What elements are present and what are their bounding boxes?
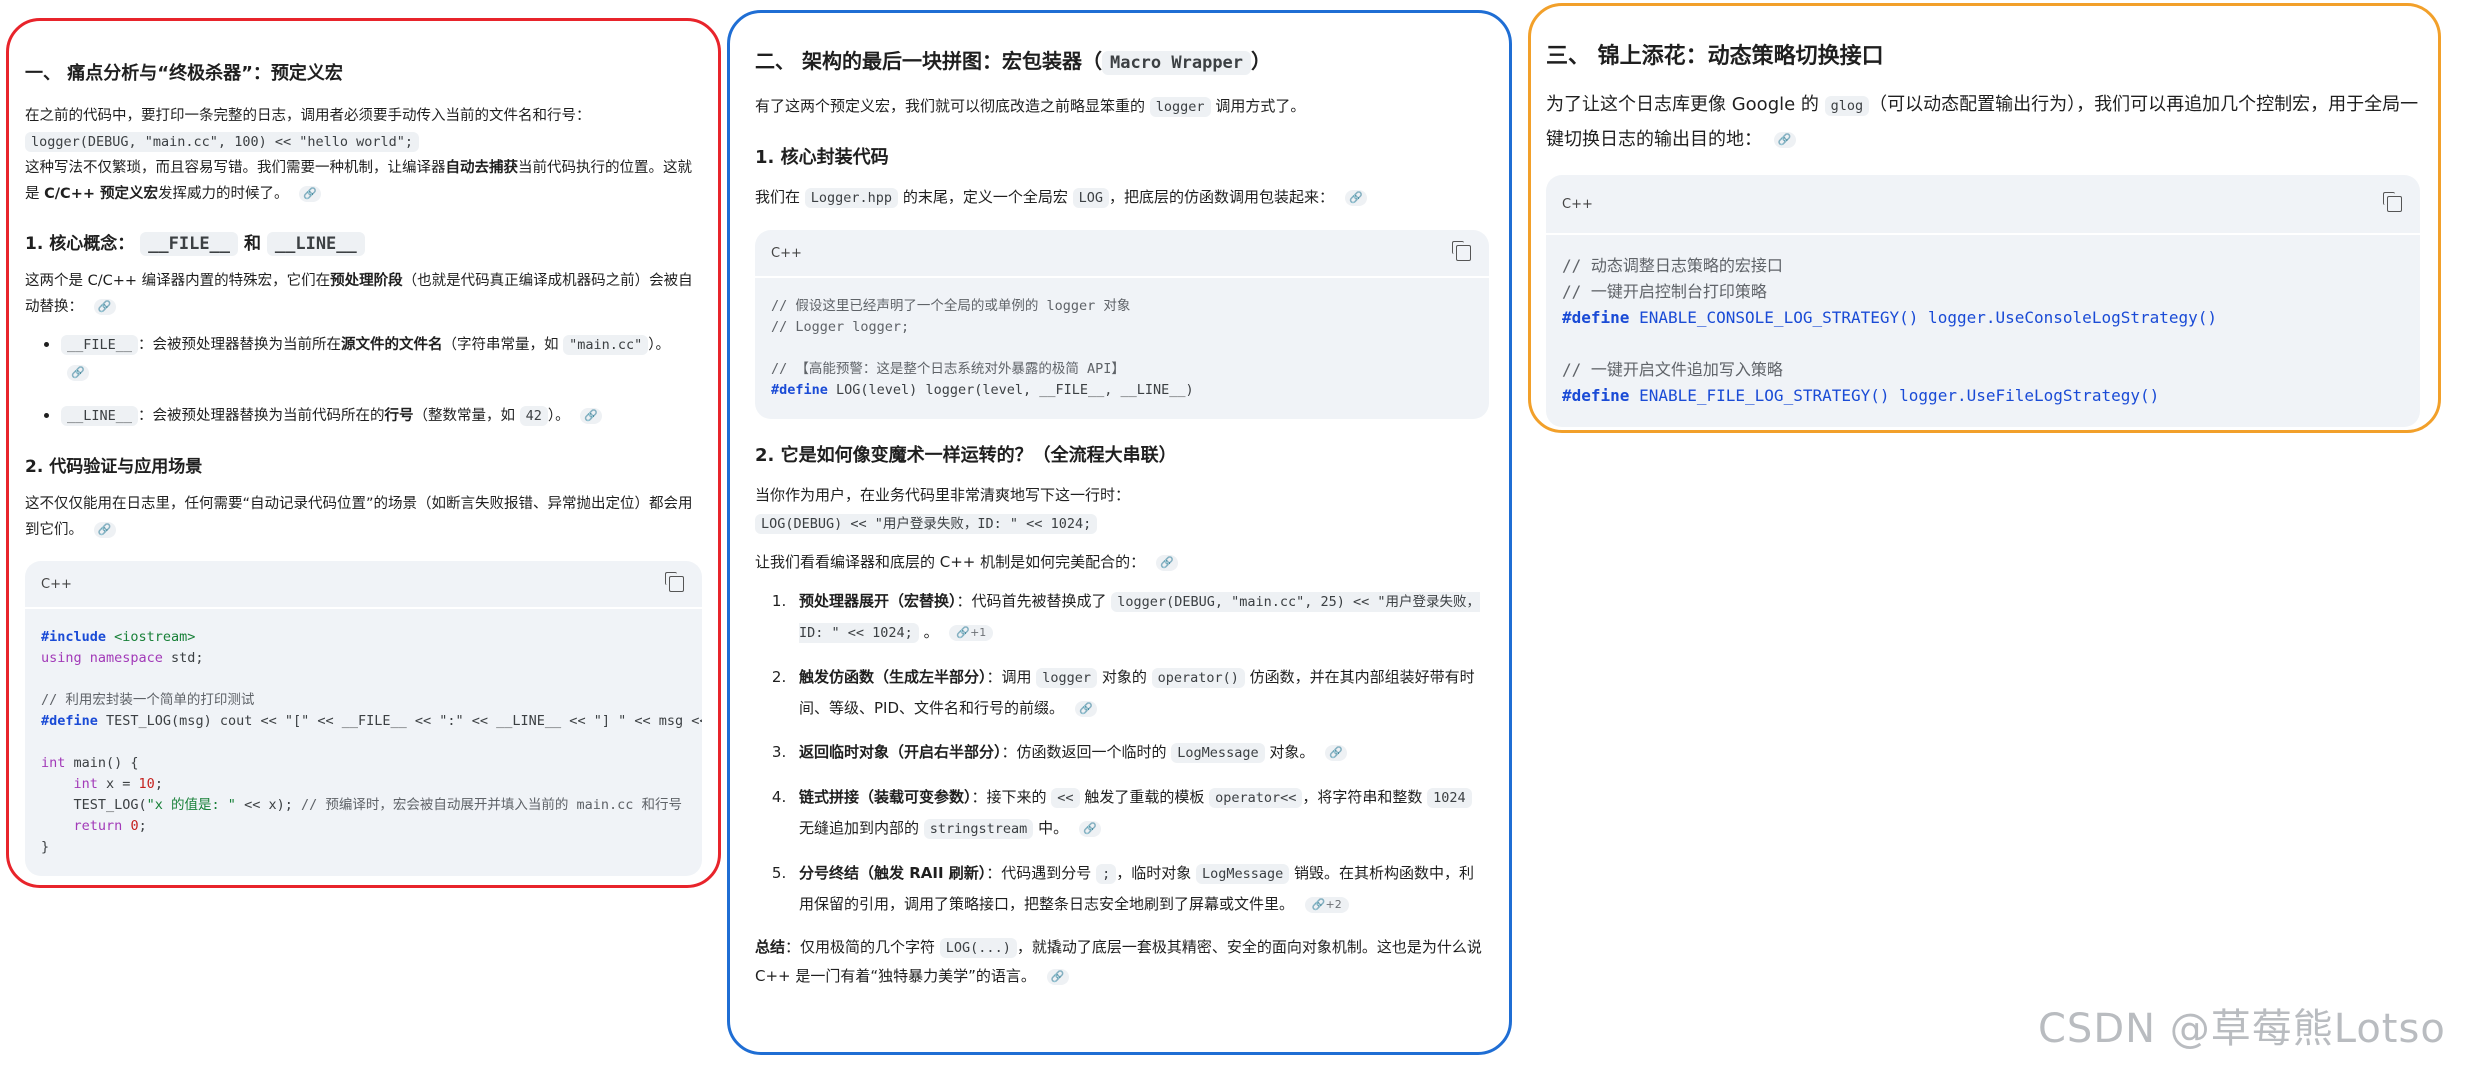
section-title: 二、 架构的最后一块拼图：宏包装器（ Macro Wrapper） bbox=[755, 49, 1272, 75]
code-block: C++ // 假设这里已经声明了一个全局的或单例的 logger 对象 // L… bbox=[755, 230, 1489, 419]
code-content: #include <iostream> using namespace std;… bbox=[25, 607, 702, 876]
section-macro-wrapper: 二、 架构的最后一块拼图：宏包装器（ Macro Wrapper） 有了这两个预定… bbox=[727, 10, 1512, 1055]
link-icon[interactable]: 🔗 bbox=[1074, 700, 1097, 717]
code-language-label: C++ bbox=[1562, 196, 1593, 212]
code-block: C++ #include <iostream> using namespace … bbox=[25, 561, 702, 876]
paragraph: 为了让这个日志库更像 Google 的 glog （可以动态配置输出行为），我们可… bbox=[1546, 94, 2419, 150]
watermark: CSDN @草莓熊Lotso bbox=[2038, 1006, 2446, 1052]
code-content: // 假设这里已经声明了一个全局的或单例的 logger 对象 // Logge… bbox=[755, 276, 1489, 419]
link-icon[interactable]: 🔗 +1 bbox=[949, 624, 994, 641]
section-title: 三、 锦上添花：动态策略切换接口 bbox=[1546, 44, 1884, 69]
paragraph: 让我们看看编译器和底层的 C++ 机制是如何完美配合的： 🔗 bbox=[755, 548, 1489, 576]
paragraph: 当你作为用户，在业务代码里非常清爽地写下这一行时： LOG(DEBUG) << "… bbox=[755, 486, 1131, 534]
paragraph: 我们在 Logger.hpp 的末尾，定义一个全局宏 LOG ，把底层的仿函数调用… bbox=[755, 183, 1489, 212]
code-language-label: C++ bbox=[771, 245, 802, 261]
link-icon[interactable]: 🔗 bbox=[1046, 968, 1069, 985]
paragraph: 这两个是 C/C++ 编译器内置的特殊宏，它们在预处理阶段（也就是代码真正编译成… bbox=[25, 273, 693, 315]
list-item: 触发仿函数（生成左半部分）：调用 logger 对象的 operator() 仿… bbox=[791, 662, 1489, 723]
list-item: __FILE__：会被预处理器替换为当前所在源文件的文件名（字符串常量，如 "m… bbox=[61, 330, 702, 387]
list-item: 链式拼接（装载可变参数）：接下来的 << 触发了重载的模板 operator<<… bbox=[791, 782, 1489, 844]
section-strategy-switch: 三、 锦上添花：动态策略切换接口 为了让这个日志库更像 Google 的 glo… bbox=[1528, 3, 2441, 433]
code-content: // 动态调整日志策略的宏接口 // 一键开启控制台打印策略 #define E… bbox=[1546, 233, 2420, 427]
copy-icon[interactable] bbox=[2383, 192, 2402, 212]
list-item: __LINE__：会被预处理器替换为当前代码所在的行号（整数常量，如 42）。 … bbox=[61, 401, 702, 430]
paragraph: 有了这两个预定义宏，我们就可以彻底改造之前略显笨重的 logger 调用方式了。 bbox=[755, 97, 1306, 117]
inline-code: logger(DEBUG, "main.cc", 100) << "hello … bbox=[25, 132, 420, 152]
section-title: 一、 痛点分析与“终极杀器”：预定义宏 bbox=[25, 63, 343, 84]
code-header: C++ bbox=[25, 561, 702, 607]
list-item: 分号终结（触发 RAII 刷新）：代码遇到分号 ;，临时对象 LogMessag… bbox=[791, 858, 1489, 919]
list-item: 返回临时对象（开启右半部分）：仿函数返回一个临时的 LogMessage 对象。… bbox=[791, 737, 1489, 768]
copy-icon[interactable] bbox=[665, 572, 684, 592]
paragraph: 这不仅仅能用在日志里，任何需要“自动记录代码位置”的场景（如断言失败报错、异常抛… bbox=[25, 496, 693, 538]
summary-paragraph: 总结：仅用极简的几个字符 LOG(...) ，就撬动了底层一套极其精密、安全的面向… bbox=[755, 938, 1482, 985]
subsection-title: 2. 代码验证与应用场景 bbox=[25, 457, 203, 477]
subsection-title: 1. 核心概念： __FILE__ 和 __LINE__ bbox=[25, 229, 702, 256]
paragraph: 在之前的代码中，要打印一条完整的日志，调用者必须要手动传入当前的文件名和行号： … bbox=[25, 108, 692, 202]
subsection-title: 1. 核心封装代码 bbox=[755, 147, 889, 168]
link-icon[interactable]: 🔗 bbox=[299, 186, 322, 202]
link-icon[interactable]: 🔗 bbox=[67, 365, 89, 381]
code-header: C++ bbox=[1546, 175, 2420, 233]
numbered-list: 预处理器展开（宏替换）：代码首先被替换成了 logger(DEBUG, "mai… bbox=[755, 586, 1489, 919]
link-icon[interactable]: 🔗 bbox=[93, 299, 116, 315]
list-item: 预处理器展开（宏替换）：代码首先被替换成了 logger(DEBUG, "mai… bbox=[791, 586, 1489, 648]
link-icon[interactable]: 🔗 bbox=[93, 522, 116, 538]
copy-icon[interactable] bbox=[1452, 241, 1471, 261]
bullet-list: __FILE__：会被预处理器替换为当前所在源文件的文件名（字符串常量，如 "m… bbox=[25, 330, 702, 430]
link-icon[interactable]: 🔗 bbox=[1325, 744, 1348, 761]
code-language-label: C++ bbox=[41, 576, 72, 592]
link-icon[interactable]: 🔗 bbox=[1078, 820, 1101, 837]
code-block: C++ // 动态调整日志策略的宏接口 // 一键开启控制台打印策略 #defi… bbox=[1546, 175, 2420, 427]
section-predefined-macros: 一、 痛点分析与“终极杀器”：预定义宏 在之前的代码中，要打印一条完整的日志，调… bbox=[6, 18, 721, 888]
link-icon[interactable]: 🔗 bbox=[1773, 132, 1796, 148]
subsection-title: 2. 它是如何像变魔术一样运转的？（全流程大串联） bbox=[755, 445, 1177, 466]
link-icon[interactable]: 🔗 +2 bbox=[1304, 896, 1349, 913]
link-icon[interactable]: 🔗 bbox=[1344, 189, 1367, 206]
link-icon[interactable]: 🔗 bbox=[1155, 554, 1178, 571]
link-icon[interactable]: 🔗 bbox=[580, 408, 603, 424]
code-header: C++ bbox=[755, 230, 1489, 276]
